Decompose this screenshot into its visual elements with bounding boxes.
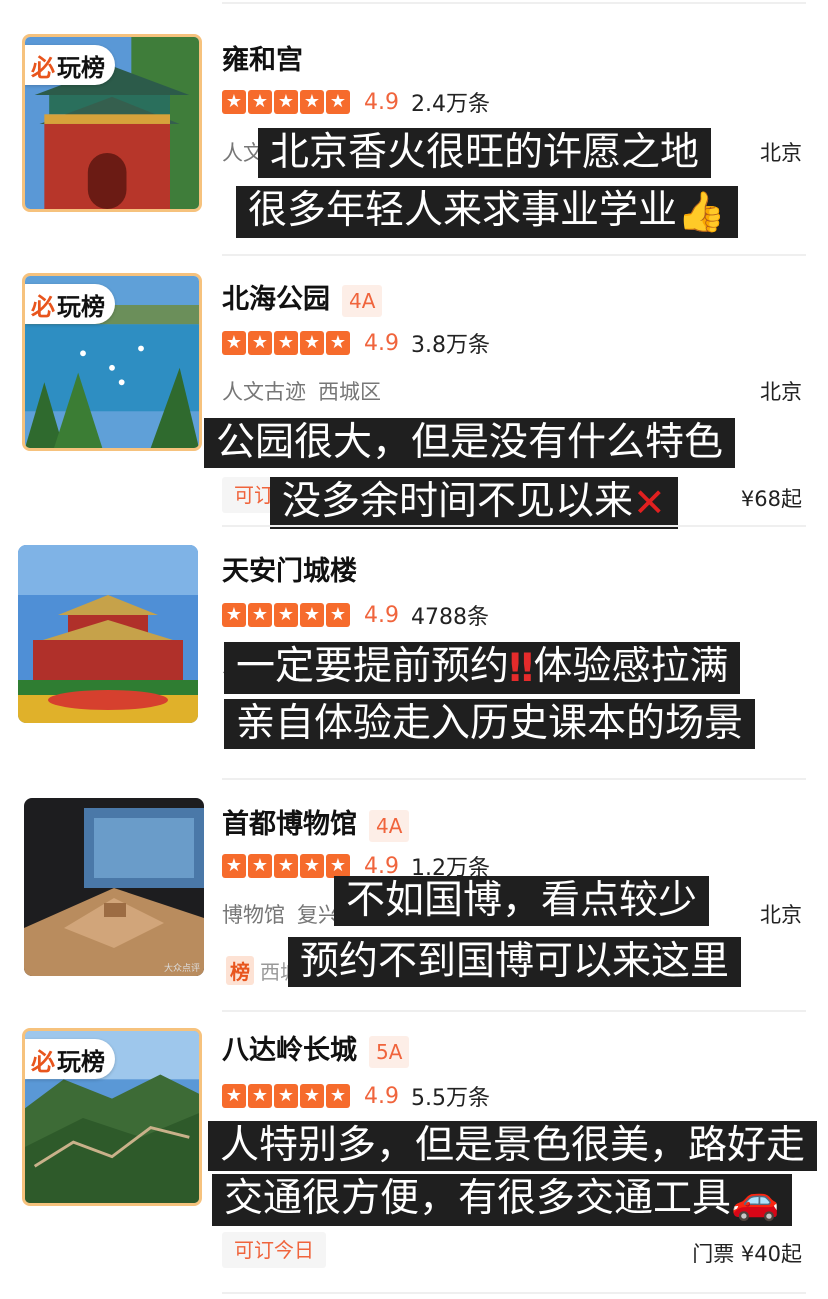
image-watermark: 大众点评 xyxy=(163,964,200,974)
attraction-title[interactable]: 北海公园 4A xyxy=(222,277,383,317)
attraction-photo: 大众点评 xyxy=(24,798,204,976)
car-icon: 🚗 xyxy=(731,1177,780,1223)
caption-line: 北京香火很旺的许愿之地 xyxy=(258,128,712,178)
review-count: 3.8万条 xyxy=(411,333,490,358)
ticket-price: ¥68起 xyxy=(740,487,802,511)
ticket-price: 门票 ¥40起 xyxy=(692,1242,802,1266)
attraction-title[interactable]: 天安门城楼 xyxy=(222,549,357,588)
review-count: 5.5万条 xyxy=(411,1086,490,1111)
level-tag: 4A xyxy=(369,809,410,842)
star-icon: ★ xyxy=(274,603,298,627)
bookable-tag[interactable]: 可订今日 xyxy=(222,1232,326,1268)
star-icon: ★ xyxy=(326,854,350,878)
must-play-badge: 必玩榜 xyxy=(25,1039,115,1079)
city-label: 北京 xyxy=(760,903,802,927)
rating-score: 4.9 xyxy=(364,853,399,879)
rating-row: ★ ★ ★ ★ ★ 4.9 5.5万条 xyxy=(222,1080,490,1112)
attraction-card-beihai[interactable]: 必玩榜 北海公园 4A ★ ★ ★ ★ ★ 4.9 3.8万条 人文古迹 西城区 北… xyxy=(0,255,828,529)
caption-line: 人特别多，但是景色很美，路好走 xyxy=(208,1121,818,1171)
must-play-badge: 必玩榜 xyxy=(25,45,115,85)
attraction-card-yonghegong[interactable]: 必玩榜 雍和宫 ★ ★ ★ ★ ★ 4.9 2.4万条 人文 北京 北京香火很旺… xyxy=(0,0,828,255)
attraction-photo: 必玩榜 xyxy=(22,273,202,451)
rating-score: 4.9 xyxy=(364,1083,399,1109)
star-icon: ★ xyxy=(326,331,350,355)
star-icon: ★ xyxy=(300,90,324,114)
star-icon: ★ xyxy=(300,603,324,627)
rank-badge: 榜 xyxy=(226,956,254,985)
level-tag: 5A xyxy=(369,1035,410,1068)
star-icon: ★ xyxy=(326,90,350,114)
attraction-title[interactable]: 首都博物馆 4A xyxy=(222,802,410,842)
rating-score: 4.9 xyxy=(364,602,399,628)
city-label: 北京 xyxy=(760,141,802,165)
rating-score: 4.9 xyxy=(364,330,399,356)
caption-line: 交通很方便，有很多交通工具🚗 xyxy=(212,1174,792,1226)
city-label: 北京 xyxy=(760,380,802,404)
category-list: 人文古迹 西城区 xyxy=(222,380,381,404)
rating-score: 4.9 xyxy=(364,89,399,115)
star-icon: ★ xyxy=(222,331,246,355)
level-tag: 4A xyxy=(342,284,383,317)
star-icon: ★ xyxy=(326,603,350,627)
star-icon: ★ xyxy=(248,1084,272,1108)
rating-row: ★ ★ ★ ★ ★ 4.9 2.4万条 xyxy=(222,86,490,118)
star-icon: ★ xyxy=(300,331,324,355)
star-icon: ★ xyxy=(248,331,272,355)
star-icon: ★ xyxy=(274,854,298,878)
attraction-title[interactable]: 雍和宫 xyxy=(222,38,303,77)
star-icon: ★ xyxy=(248,603,272,627)
star-icon: ★ xyxy=(222,1084,246,1108)
cross-icon: ✕ xyxy=(633,480,666,526)
review-count: 4788条 xyxy=(411,605,489,630)
attraction-photo xyxy=(18,545,198,723)
category-list: 博物馆 复兴 xyxy=(222,903,339,927)
must-play-badge: 必玩榜 xyxy=(25,284,115,324)
caption-line: 很多年轻人来求事业学业👍 xyxy=(236,186,738,238)
attraction-photo: 必玩榜 xyxy=(22,1028,202,1206)
star-icon: ★ xyxy=(274,90,298,114)
star-icon: ★ xyxy=(274,331,298,355)
attraction-card-badaling[interactable]: 必玩榜 八达岭长城5A ★ ★ ★ ★ ★ 4.9 5.5万条 人文 可订今日 … xyxy=(0,1012,828,1299)
star-icon: ★ xyxy=(222,90,246,114)
caption-line: 亲自体验走入历史课本的场景 xyxy=(224,699,756,749)
star-icon: ★ xyxy=(300,854,324,878)
star-icon: ★ xyxy=(326,1084,350,1108)
divider xyxy=(222,1292,806,1294)
review-count: 2.4万条 xyxy=(411,92,490,117)
caption-line: 一定要提前预约‼体验感拉满 xyxy=(224,642,741,694)
attraction-photo: 必玩榜 xyxy=(22,34,202,212)
caption-line: 没多余时间不见以来✕ xyxy=(270,477,678,529)
attraction-title[interactable]: 八达岭长城 5A xyxy=(222,1028,410,1068)
attraction-card-capital-museum[interactable]: 大众点评 首都博物馆 4A ★ ★ ★ ★ ★ 4.9 1.2万条 博物馆 复兴 北… xyxy=(0,780,828,1010)
caption-line: 不如国博，看点较少 xyxy=(334,876,710,926)
double-exclamation-icon: ‼ xyxy=(509,645,534,691)
star-icon: ★ xyxy=(274,1084,298,1108)
star-icon: ★ xyxy=(222,603,246,627)
star-icon: ★ xyxy=(248,854,272,878)
caption-line: 公园很大，但是没有什么特色 xyxy=(204,418,736,468)
attraction-card-tiananmen[interactable]: 天安门城楼 ★ ★ ★ ★ ★ 4.9 4788条 人文 一定要提前预约‼体验感… xyxy=(0,527,828,777)
rating-row: ★ ★ ★ ★ ★ 4.9 3.8万条 xyxy=(222,327,490,359)
thumbs-up-icon: 👍 xyxy=(677,189,726,235)
caption-line: 预约不到国博可以来这里 xyxy=(288,937,742,987)
star-icon: ★ xyxy=(222,854,246,878)
star-icon: ★ xyxy=(248,90,272,114)
star-icon: ★ xyxy=(300,1084,324,1108)
rating-row: ★ ★ ★ ★ ★ 4.9 4788条 xyxy=(222,599,489,631)
